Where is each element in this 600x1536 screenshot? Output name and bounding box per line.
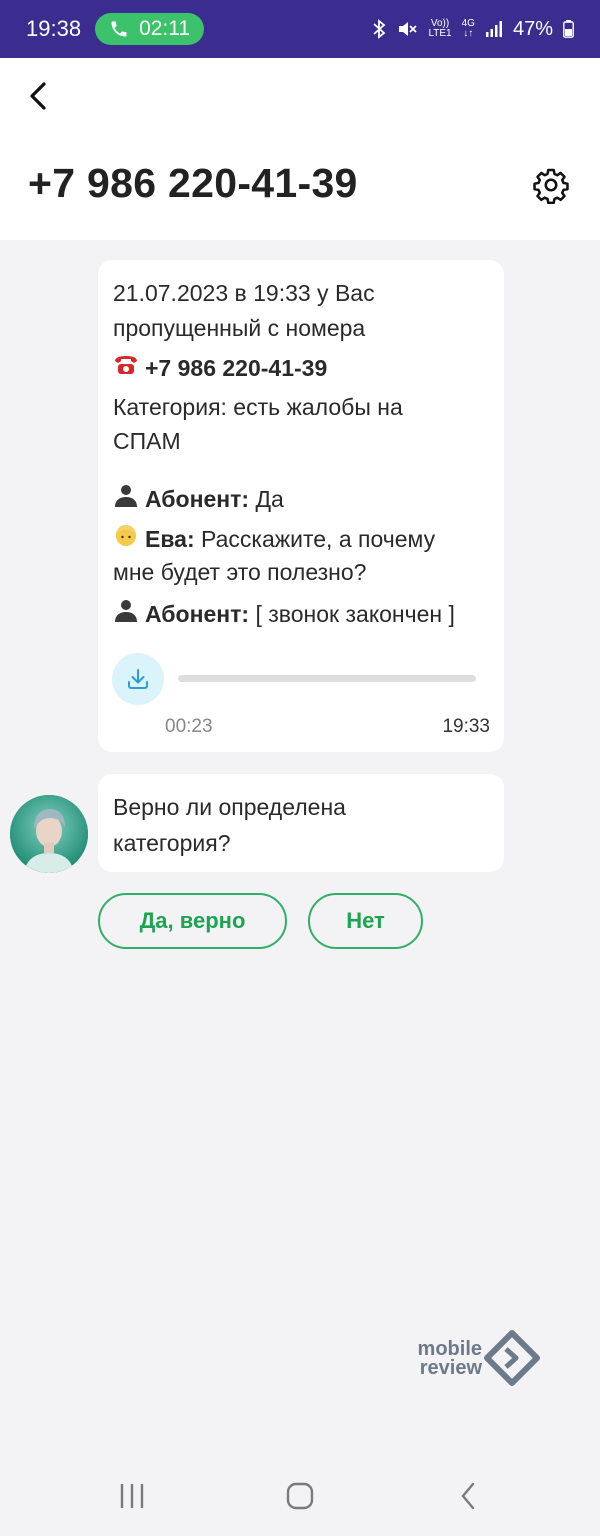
question-line: категория?	[113, 830, 231, 856]
status-icons: Vo)) LTE1 4G ↓↑ 47%	[372, 18, 574, 41]
message-time: 19:33	[442, 716, 490, 737]
telephone-icon	[113, 354, 139, 382]
status-time: 19:38	[26, 16, 82, 41]
signal-icon	[485, 21, 502, 37]
back-button[interactable]	[22, 76, 54, 116]
page-title: +7 986 220-41-39	[28, 160, 358, 206]
phone-icon	[111, 21, 127, 37]
message-phone-line: +7 986 220-41-39	[113, 354, 327, 382]
header: +7 986 220-41-39	[0, 58, 600, 240]
battery-icon	[563, 20, 574, 38]
download-audio-button[interactable]	[112, 653, 164, 705]
download-icon	[128, 669, 148, 689]
back-icon	[461, 1482, 475, 1510]
recent-apps-button[interactable]	[112, 1478, 152, 1514]
ongoing-call-pill[interactable]: 02:11	[95, 13, 205, 45]
settings-button[interactable]	[532, 166, 570, 205]
dialog-line: мне будет это полезно?	[113, 559, 367, 585]
message-category-value: СПАМ	[113, 428, 181, 454]
message-category-line: Категория: есть жалобы на	[113, 394, 403, 420]
back-arrow-icon	[30, 82, 46, 110]
mute-icon	[399, 22, 418, 36]
category-question-message: Верно ли определена категория?	[98, 774, 504, 872]
assistant-face-icon	[113, 523, 139, 553]
call-duration: 02:11	[139, 17, 191, 40]
message-date-line: 21.07.2023 в 19:33 у Вас	[113, 280, 375, 306]
mobile-review-logo-icon	[484, 1330, 540, 1386]
status-bar: 19:38 02:11 Vo)) LTE1 4G ↓↑ 47%	[0, 0, 600, 58]
bluetooth-icon	[373, 19, 386, 39]
answer-yes-button[interactable]: Да, верно	[98, 893, 287, 949]
mobile-review-watermark: mobile review	[402, 1328, 542, 1388]
dialog-line: Абонент: Да	[113, 483, 284, 513]
missed-call-message: 21.07.2023 в 19:33 у Вас пропущенный с н…	[98, 260, 504, 752]
home-icon	[286, 1482, 314, 1510]
gear-icon	[533, 168, 569, 205]
message-missed-line: пропущенный с номера	[113, 315, 366, 341]
user-icon	[113, 483, 139, 513]
battery-percent: 47%	[512, 17, 553, 40]
network-type: 4G ↓↑	[461, 18, 475, 39]
system-navigation-bar	[0, 1456, 600, 1536]
recent-apps-icon	[120, 1484, 144, 1508]
user-icon	[113, 598, 139, 628]
home-button[interactable]	[280, 1478, 320, 1514]
answer-no-button[interactable]: Нет	[308, 893, 423, 949]
audio-progress-bar[interactable]	[178, 675, 476, 682]
dialog-line: Абонент: [ звонок закончен ]	[113, 598, 455, 628]
volte-indicator: Vo)) LTE1	[428, 18, 452, 39]
assistant-avatar	[10, 795, 88, 873]
question-line: Верно ли определена	[113, 794, 346, 820]
system-back-button[interactable]	[448, 1478, 488, 1514]
audio-duration: 00:23	[165, 716, 213, 737]
dialog-line: Ева: Расскажите, а почему	[113, 523, 435, 553]
